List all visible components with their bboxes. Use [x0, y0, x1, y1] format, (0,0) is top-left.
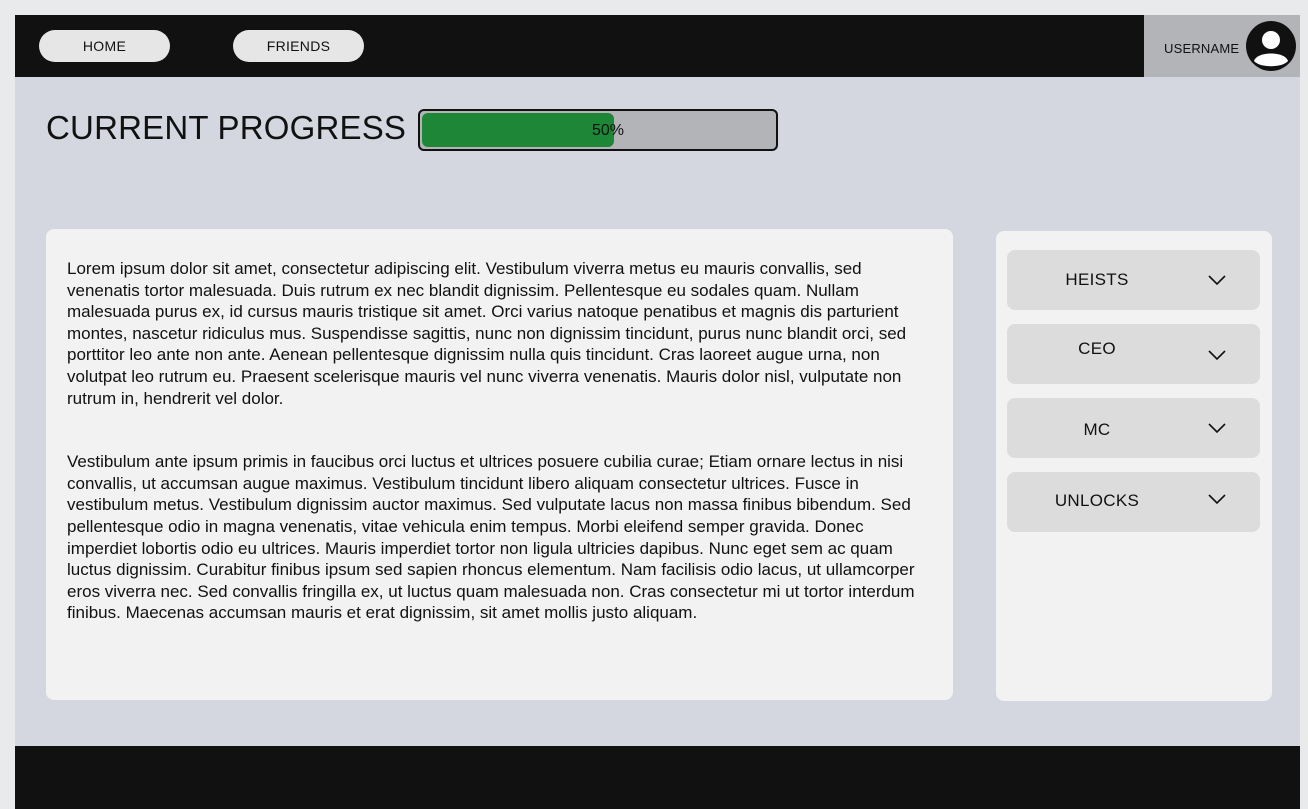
dropdown-ceo-label: CEO	[1078, 339, 1116, 358]
dropdown-heists-label: HEISTS	[1065, 270, 1129, 289]
content-card: Lorem ipsum dolor sit amet, consectetur …	[46, 229, 953, 700]
side-panel: HEISTS CEO MC UNLOCKS	[996, 231, 1272, 701]
user-profile-area[interactable]: USERNAME	[1144, 15, 1300, 77]
chevron-down-icon[interactable]	[1207, 422, 1227, 434]
chevron-down-icon[interactable]	[1207, 493, 1227, 505]
user-avatar-icon[interactable]	[1246, 21, 1296, 71]
dropdown-mc[interactable]: MC	[1007, 398, 1260, 458]
dropdown-mc-label: MC	[1083, 420, 1111, 439]
friends-button[interactable]: FRIENDS	[233, 30, 364, 62]
content-paragraph-2: Vestibulum ante ipsum primis in faucibus…	[67, 452, 915, 623]
footer-bar	[15, 746, 1300, 809]
top-navbar: HOME FRIENDS USERNAME	[15, 15, 1300, 77]
home-button[interactable]: HOME	[39, 30, 170, 62]
progress-percent-label: 50%	[592, 122, 625, 139]
dropdown-unlocks[interactable]: UNLOCKS	[1007, 472, 1260, 532]
dropdown-heists[interactable]: HEISTS	[1007, 250, 1260, 310]
progress-fill	[422, 113, 614, 147]
progress-title: CURRENT PROGRESS	[46, 109, 407, 146]
dropdown-unlocks-label: UNLOCKS	[1054, 491, 1140, 510]
progress-bar: 50%	[418, 109, 778, 151]
chevron-down-icon[interactable]	[1207, 349, 1227, 361]
content-paragraph-1: Lorem ipsum dolor sit amet, consectetur …	[67, 259, 907, 408]
chevron-down-icon[interactable]	[1207, 274, 1227, 286]
username-label: USERNAME	[1164, 41, 1240, 56]
dropdown-ceo[interactable]: CEO	[1007, 324, 1260, 384]
app-frame: HOME FRIENDS USERNAME CURRENT PROGRESS 5…	[15, 15, 1300, 809]
